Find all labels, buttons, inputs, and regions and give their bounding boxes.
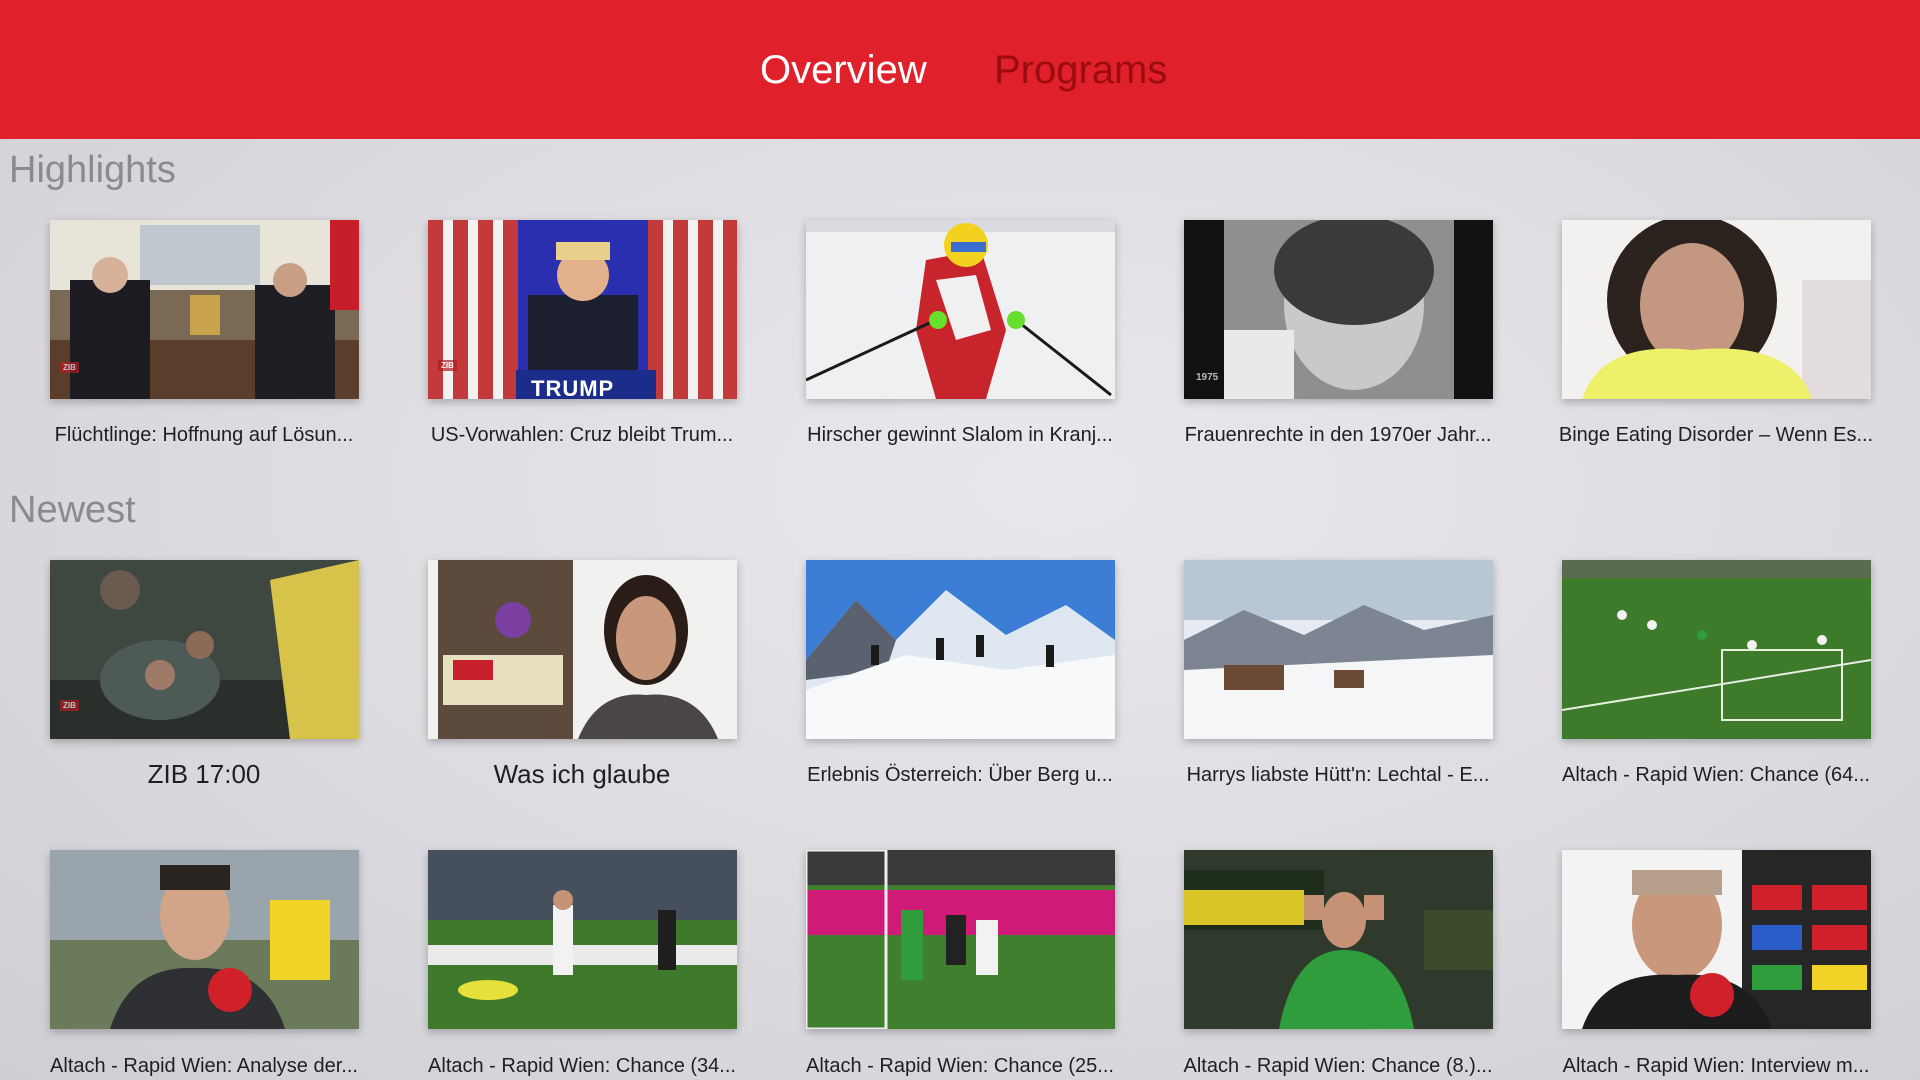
highlight-thumbnail-5[interactable] bbox=[1562, 220, 1871, 399]
newest-thumbnail-10[interactable] bbox=[1562, 850, 1871, 1029]
tab-programs[interactable]: Programs bbox=[994, 46, 1167, 94]
newest-caption-10: Altach - Rapid Wien: Interview m... bbox=[1562, 1055, 1870, 1077]
football-player-thumbnail-image bbox=[1184, 850, 1493, 1029]
skier-thumbnail-image bbox=[806, 220, 1115, 399]
highlight-caption-2: US-Vorwahlen: Cruz bleibt Trum... bbox=[430, 424, 734, 446]
newest-thumbnail-9[interactable] bbox=[1184, 850, 1493, 1029]
newest-caption-2: Was ich glaube bbox=[493, 759, 671, 789]
highlight-caption-4: Frauenrechte in den 1970er Jahr... bbox=[1184, 424, 1492, 446]
highlight-caption-3: Hirscher gewinnt Slalom in Kranj... bbox=[807, 424, 1113, 446]
newest-thumbnail-4[interactable] bbox=[1184, 560, 1493, 739]
alpine-hut-thumbnail-image bbox=[1184, 560, 1493, 739]
highlight-thumbnail-1[interactable]: ZIB bbox=[50, 220, 359, 399]
newest-caption-6: Altach - Rapid Wien: Analyse der... bbox=[50, 1055, 358, 1077]
section-title-newest: Newest bbox=[9, 489, 136, 531]
newest-caption-7: Altach - Rapid Wien: Chance (34... bbox=[428, 1055, 736, 1077]
newest-thumbnail-6[interactable] bbox=[50, 850, 359, 1029]
newest-caption-4: Harrys liabste Hütt'n: Lechtal - E... bbox=[1186, 764, 1490, 786]
highlight-thumbnail-3[interactable] bbox=[806, 220, 1115, 399]
speech-thumbnail-image bbox=[428, 220, 737, 399]
refugees-thumbnail-image bbox=[50, 560, 359, 739]
section-title-highlights: Highlights bbox=[9, 149, 176, 191]
podium-sign-text: TRUMP bbox=[531, 376, 615, 399]
football-pitch-thumbnail-image bbox=[1562, 560, 1871, 739]
newest-caption-9: Altach - Rapid Wien: Chance (8.)... bbox=[1183, 1055, 1493, 1077]
newest-caption-8: Altach - Rapid Wien: Chance (25... bbox=[806, 1055, 1114, 1077]
meeting-thumbnail-image bbox=[50, 220, 359, 399]
coach-interview-thumbnail-image bbox=[1562, 850, 1871, 1029]
zib-logo: ZIB bbox=[60, 362, 79, 373]
newest-caption-5: Altach - Rapid Wien: Chance (64... bbox=[1562, 764, 1870, 786]
mountain-hikers-thumbnail-image bbox=[806, 560, 1115, 739]
newest-thumbnail-8[interactable] bbox=[806, 850, 1115, 1029]
highlight-caption-5: Binge Eating Disorder – Wenn Es... bbox=[1558, 424, 1874, 446]
newest-thumbnail-3[interactable] bbox=[806, 560, 1115, 739]
year-overlay: 1975 bbox=[1196, 372, 1219, 383]
newest-caption-3: Erlebnis Österreich: Über Berg u... bbox=[807, 764, 1113, 786]
interview-woman-thumbnail-image bbox=[1562, 220, 1871, 399]
highlight-caption-1: Flüchtlinge: Hoffnung auf Lösun... bbox=[54, 424, 354, 446]
football-goalmouth-thumbnail-image bbox=[806, 850, 1115, 1029]
highlight-thumbnail-2[interactable]: TRUMP ZIB bbox=[428, 220, 737, 399]
zib-logo: ZIB bbox=[438, 360, 457, 371]
archive-interview-thumbnail-image bbox=[1184, 220, 1493, 399]
top-navigation-bar: Overview Programs bbox=[0, 0, 1920, 139]
football-chance-thumbnail-image bbox=[428, 850, 737, 1029]
highlight-thumbnail-4[interactable]: 1975 bbox=[1184, 220, 1493, 399]
newest-thumbnail-1[interactable]: ZIB bbox=[50, 560, 359, 739]
analyst-interview-thumbnail-image bbox=[50, 850, 359, 1029]
zib-logo: ZIB bbox=[60, 700, 79, 711]
newest-caption-1: ZIB 17:00 bbox=[147, 759, 261, 789]
newest-thumbnail-5[interactable] bbox=[1562, 560, 1871, 739]
newest-thumbnail-2[interactable] bbox=[428, 560, 737, 739]
tab-overview[interactable]: Overview bbox=[760, 46, 927, 94]
newest-thumbnail-7[interactable] bbox=[428, 850, 737, 1029]
interview-thumbnail-image bbox=[428, 560, 737, 739]
